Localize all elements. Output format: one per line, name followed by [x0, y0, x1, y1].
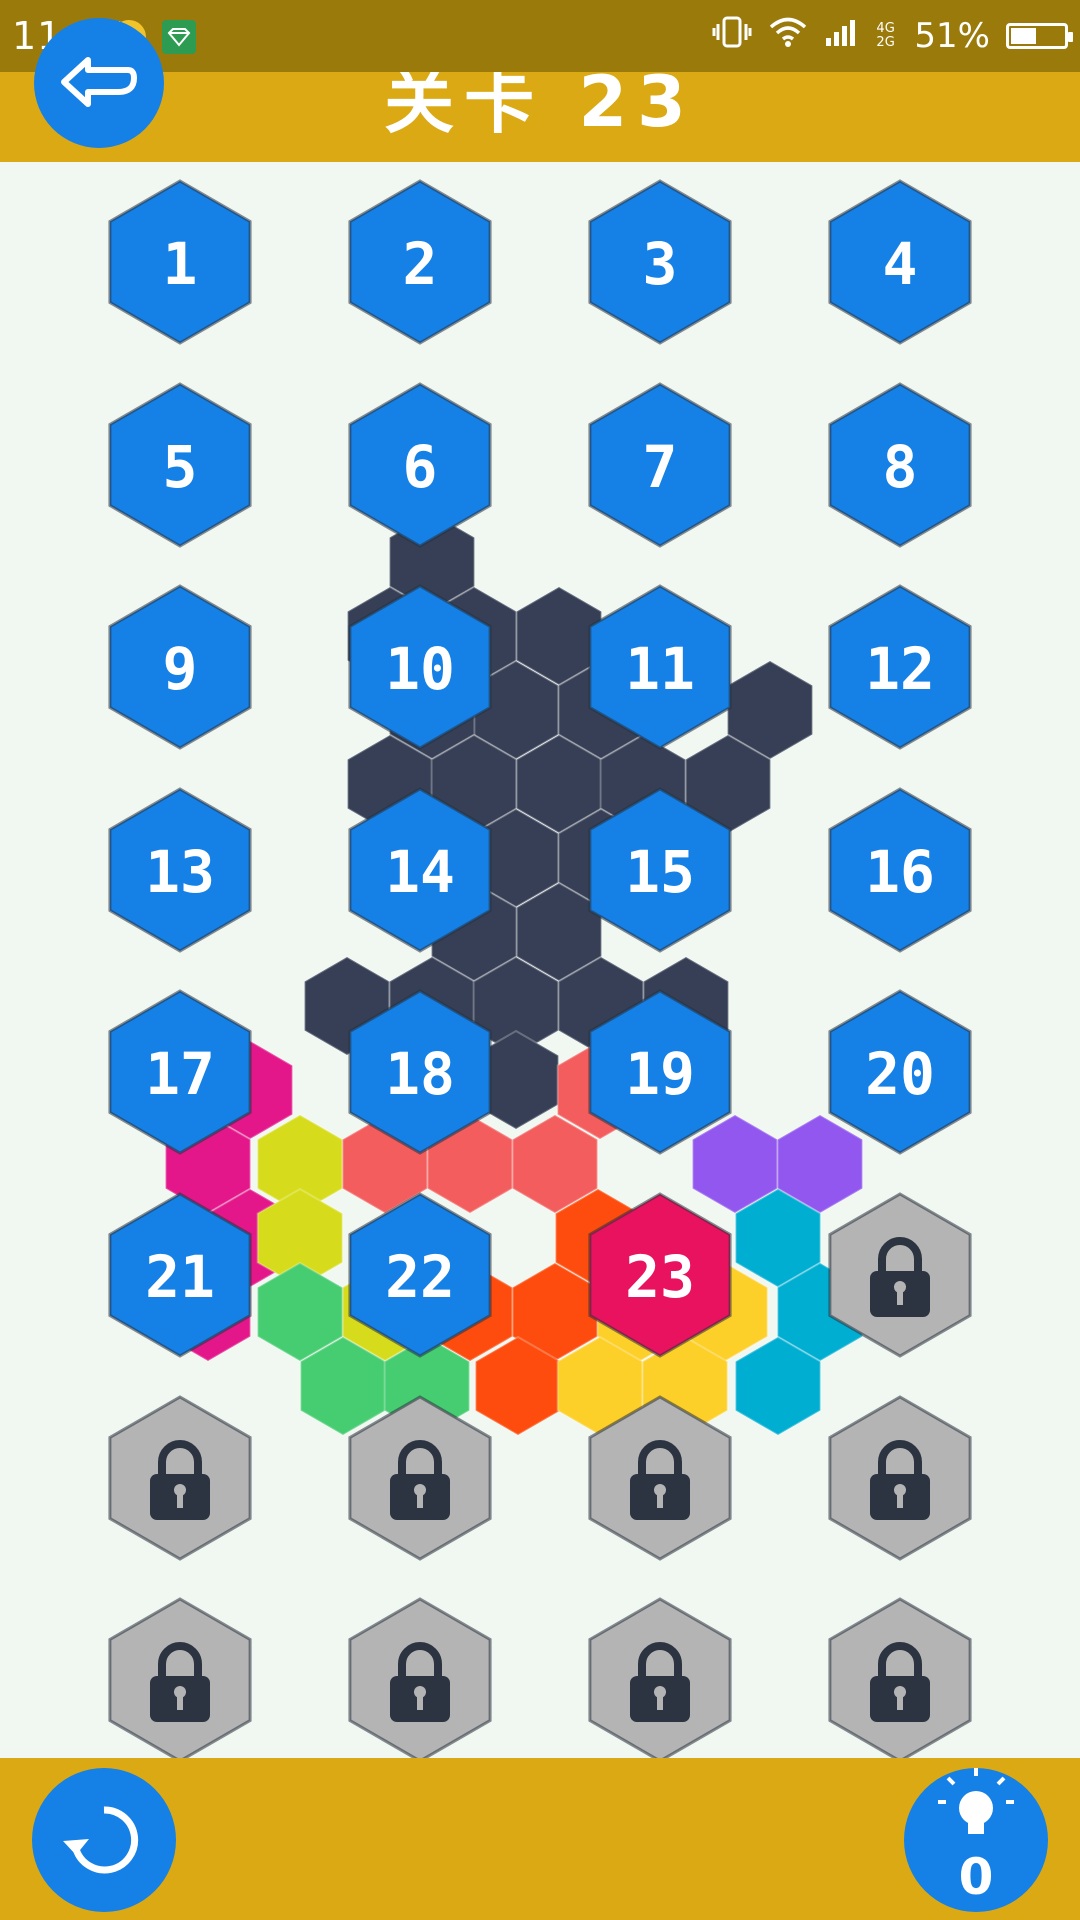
level-tile-locked [828, 1395, 972, 1561]
level-tile-7[interactable]: 7 [588, 382, 732, 548]
level-number: 12 [865, 635, 935, 703]
wifi-icon [768, 16, 808, 57]
level-tile-9[interactable]: 9 [108, 584, 252, 750]
level-number: 20 [865, 1040, 935, 1108]
level-tile-locked [348, 1597, 492, 1758]
level-tile-20[interactable]: 20 [828, 989, 972, 1155]
level-number: 6 [403, 433, 438, 501]
level-number: 5 [163, 433, 198, 501]
status-bar: 11:25 4G 2G 51% [0, 0, 1080, 72]
back-arrow-icon [61, 57, 137, 107]
hint-button[interactable]: 0 [904, 1768, 1048, 1912]
level-number: 16 [865, 838, 935, 906]
level-tile-16[interactable]: 16 [828, 787, 972, 953]
level-number: 2 [403, 230, 438, 298]
level-tile-locked [588, 1597, 732, 1758]
level-board: 1 2 3 4 5 6 7 8 9 10 11 12 13 14 15 16 17 18 19 20 21 22 23 [0, 162, 1080, 1758]
level-number: 14 [385, 838, 455, 906]
signal-icon [824, 16, 860, 57]
level-tile-8[interactable]: 8 [828, 382, 972, 548]
level-number: 23 [625, 1243, 695, 1311]
level-number: 11 [625, 635, 695, 703]
level-tile-locked [108, 1597, 252, 1758]
level-number: 9 [163, 635, 198, 703]
level-tile-locked [828, 1597, 972, 1758]
level-tile-3[interactable]: 3 [588, 179, 732, 345]
level-tile-6[interactable]: 6 [348, 382, 492, 548]
level-tile-12[interactable]: 12 [828, 584, 972, 750]
restart-button[interactable] [32, 1768, 176, 1912]
level-number: 1 [163, 230, 198, 298]
level-number: 3 [643, 230, 678, 298]
battery-percent: 51% [914, 16, 990, 56]
level-number: 7 [643, 433, 678, 501]
level-tile-locked [108, 1395, 252, 1561]
level-tile-5[interactable]: 5 [108, 382, 252, 548]
status-indicators: 4G 2G 51% [712, 14, 1073, 58]
level-number: 22 [385, 1243, 455, 1311]
vibrate-icon [712, 15, 752, 58]
shield-app-icon [162, 20, 196, 54]
network-type: 4G 2G [876, 21, 895, 50]
level-number: 15 [625, 838, 695, 906]
level-tile-locked [348, 1395, 492, 1561]
level-tile-1[interactable]: 1 [108, 179, 252, 345]
level-number: 10 [385, 635, 455, 703]
level-tile-4[interactable]: 4 [828, 179, 972, 345]
level-number: 13 [145, 838, 215, 906]
battery-icon [1006, 23, 1073, 49]
level-tile-2[interactable]: 2 [348, 179, 492, 345]
restart-icon [63, 1806, 139, 1874]
hint-count: 0 [958, 1848, 994, 1906]
back-button[interactable] [34, 18, 164, 148]
level-number: 21 [145, 1243, 215, 1311]
level-number: 17 [145, 1040, 215, 1108]
level-number: 8 [883, 433, 918, 501]
level-tile-13[interactable]: 13 [108, 787, 252, 953]
level-board-canvas: 1 2 3 45 6 7 89 10 11 1213 14 15 1617 18 19 2021 22 23 [108, 179, 972, 1758]
level-number: 4 [883, 230, 918, 298]
level-number: 18 [385, 1040, 455, 1108]
puzzle-preview [164, 511, 864, 1437]
level-number: 19 [625, 1040, 695, 1108]
